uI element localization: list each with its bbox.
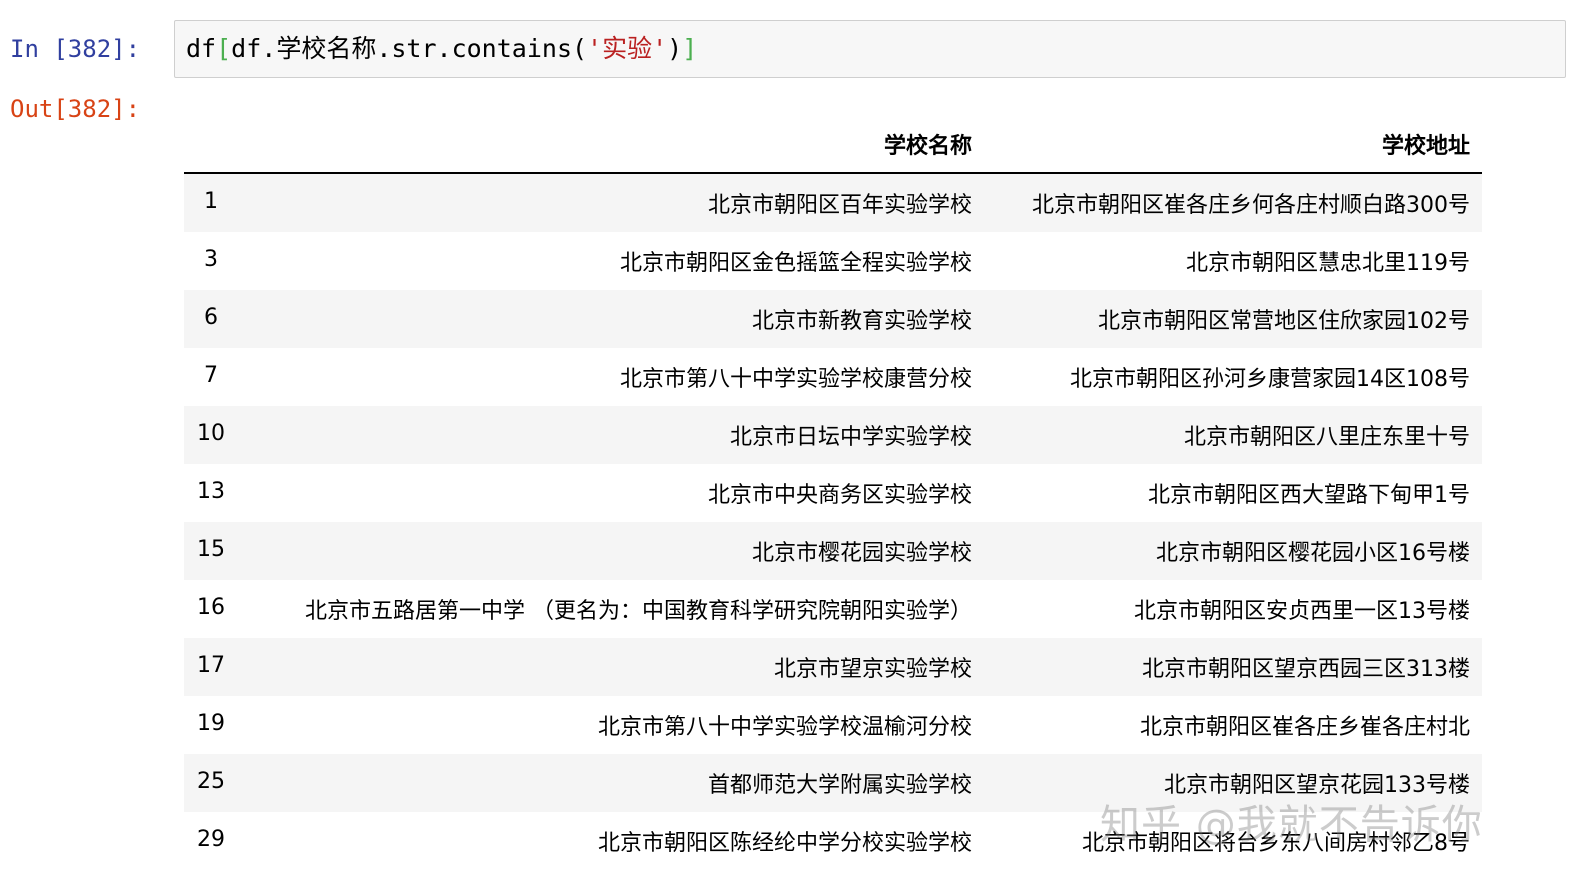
school-name-cell: 首都师范大学附属实验学校 <box>707 773 972 798</box>
row-index: 1 <box>204 189 218 214</box>
row-index: 25 <box>197 769 225 794</box>
school-address-cell: 北京市朝阳区慧忠北里119号 <box>1186 251 1470 276</box>
code-token-df: df <box>186 34 217 63</box>
table-body: 1 北京市朝阳区百年实验学校 北京市朝阳区崔各庄乡何各庄村顺白路300号 3 北京市朝阳… <box>184 173 1482 870</box>
row-index: 13 <box>197 479 225 504</box>
table-row: 13 北京市中央商务区实验学校 北京市朝阳区西大望路下甸甲1号 <box>184 464 1482 522</box>
table-row: 15 北京市樱花园实验学校 北京市朝阳区樱花园小区16号楼 <box>184 522 1482 580</box>
input-prompt: In [382]: <box>10 35 141 63</box>
school-name-cell: 北京市新教育实验学校 <box>751 309 972 334</box>
school-name-cell: 北京市朝阳区百年实验学校 <box>707 193 972 218</box>
row-index: 17 <box>197 653 225 678</box>
row-index: 19 <box>197 711 225 736</box>
row-index: 7 <box>204 363 218 388</box>
table-row: 3 北京市朝阳区金色摇篮全程实验学校 北京市朝阳区慧忠北里119号 <box>184 232 1482 290</box>
row-index: 10 <box>197 421 225 446</box>
school-address-cell: 北京市朝阳区崔各庄乡崔各庄村北 <box>1139 715 1470 740</box>
school-name-cell: 北京市樱花园实验学校 <box>751 541 972 566</box>
code-token-string: '实验' <box>587 34 668 63</box>
school-address-cell: 北京市朝阳区常营地区住欣家园102号 <box>1098 309 1470 334</box>
school-name-cell: 北京市五路居第一中学 （更名为：中国教育科学研究院朝阳实验学） <box>305 599 972 624</box>
school-address-cell: 北京市朝阳区樱花园小区16号楼 <box>1156 541 1470 566</box>
school-name-cell: 北京市朝阳区金色摇篮全程实验学校 <box>619 251 972 276</box>
table-row: 6 北京市新教育实验学校 北京市朝阳区常营地区住欣家园102号 <box>184 290 1482 348</box>
school-address-cell: 北京市朝阳区望京西园三区313楼 <box>1142 657 1470 682</box>
table-row: 1 北京市朝阳区百年实验学校 北京市朝阳区崔各庄乡何各庄村顺白路300号 <box>184 173 1482 232</box>
school-name-cell: 北京市第八十中学实验学校康营分校 <box>619 367 972 392</box>
code-token-close-paren: ) <box>667 34 683 63</box>
row-index: 16 <box>197 595 225 620</box>
school-name-cell: 北京市朝阳区陈经纶中学分校实验学校 <box>597 831 972 856</box>
school-address-cell: 北京市朝阳区西大望路下甸甲1号 <box>1148 483 1470 508</box>
table-row: 10 北京市日坛中学实验学校 北京市朝阳区八里庄东里十号 <box>184 406 1482 464</box>
row-index: 15 <box>197 537 225 562</box>
code-token-close-bracket: ] <box>682 34 698 63</box>
dataframe-output-table: 学校名称 学校地址 1 北京市朝阳区百年实验学校 北京市朝阳区崔各庄乡何各庄村顺白路… <box>184 116 1482 870</box>
school-name-cell: 北京市中央商务区实验学校 <box>707 483 972 508</box>
school-name-cell: 北京市第八十中学实验学校温榆河分校 <box>597 715 972 740</box>
row-index: 6 <box>204 305 218 330</box>
code-token-open-bracket: [ <box>216 34 232 63</box>
index-header <box>184 116 238 174</box>
school-name-cell: 北京市日坛中学实验学校 <box>729 425 972 450</box>
output-prompt: Out[382]: <box>10 95 141 123</box>
table-header-row: 学校名称 学校地址 <box>184 116 1482 174</box>
table-row: 17 北京市望京实验学校 北京市朝阳区望京西园三区313楼 <box>184 638 1482 696</box>
column-header-school-name: 学校名称 <box>238 116 984 174</box>
column-header-school-address: 学校地址 <box>984 116 1482 174</box>
code-input-cell[interactable]: df[df.学校名称.str.contains('实验')] <box>174 20 1566 78</box>
table-row: 16 北京市五路居第一中学 （更名为：中国教育科学研究院朝阳实验学） 北京市朝阳区安… <box>184 580 1482 638</box>
row-index: 29 <box>197 827 225 852</box>
table-row: 7 北京市第八十中学实验学校康营分校 北京市朝阳区孙河乡康营家园14区108号 <box>184 348 1482 406</box>
school-address-cell: 北京市朝阳区安贞西里一区13号楼 <box>1134 599 1470 624</box>
code-token-expression: df.学校名称.str.contains( <box>231 34 588 63</box>
zhihu-watermark: 知乎 @我就不告诉你 <box>1100 802 1483 848</box>
school-address-cell: 北京市朝阳区八里庄东里十号 <box>1183 425 1470 450</box>
school-address-cell: 北京市朝阳区孙河乡康营家园14区108号 <box>1070 367 1470 392</box>
school-address-cell: 北京市朝阳区崔各庄乡何各庄村顺白路300号 <box>1032 193 1470 218</box>
school-name-cell: 北京市望京实验学校 <box>773 657 972 682</box>
row-index: 3 <box>204 247 218 272</box>
table-row: 19 北京市第八十中学实验学校温榆河分校 北京市朝阳区崔各庄乡崔各庄村北 <box>184 696 1482 754</box>
